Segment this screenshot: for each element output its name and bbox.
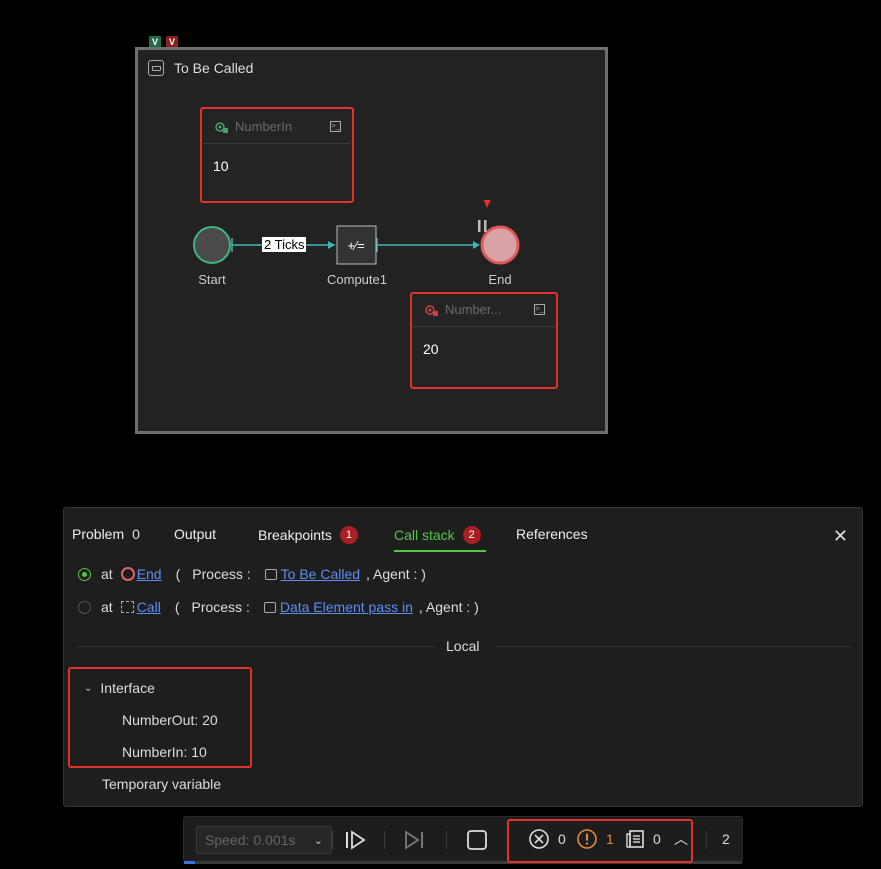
speed-value: 0.001s (253, 832, 296, 848)
frame-radio[interactable] (78, 600, 91, 614)
separator (446, 831, 447, 849)
divider (496, 646, 850, 647)
agent-label: , Agent : ) (366, 566, 426, 582)
open-paren: ( (175, 566, 181, 582)
process-header: To Be Called (148, 60, 253, 76)
divider (78, 646, 434, 647)
process-icon (148, 60, 164, 76)
active-tab-underline (394, 550, 486, 552)
step-button[interactable] (404, 829, 426, 856)
tab-label: Problem (72, 526, 125, 542)
end-label: End (488, 272, 512, 287)
local-section-label: Local (446, 638, 480, 654)
tab-problem[interactable]: Problem 0 (72, 526, 140, 542)
red-arrow-head (483, 200, 491, 208)
highlight-box (507, 819, 693, 863)
close-icon[interactable]: ✕ (833, 526, 848, 547)
call-stack-frame[interactable]: at End ( Process : To Be Called , Agent … (78, 566, 426, 582)
stop-icon (467, 830, 487, 850)
compute-icon: +⁄= (347, 238, 364, 253)
agent-label: , Agent : ) (418, 599, 479, 615)
end-node-icon (120, 567, 135, 581)
tab-call-stack[interactable]: Call stack 2 (394, 526, 481, 544)
tick-counter: 2 (722, 831, 730, 847)
tab-breakpoints[interactable]: Breakpoints 1 (258, 526, 358, 544)
step-icon (405, 830, 423, 850)
continue-icon (346, 830, 366, 850)
chevron-down-icon: ⌄ (313, 834, 323, 847)
pause-bar (484, 220, 487, 232)
tab-label: Call stack (394, 527, 455, 543)
stop-button[interactable] (466, 829, 488, 856)
start-node (193, 226, 231, 264)
tab-count-badge: 2 (462, 526, 481, 544)
process-icon (263, 601, 276, 613)
process-label: Process : (191, 599, 250, 615)
tab-label: Output (174, 526, 217, 542)
link-arrowhead (328, 241, 335, 249)
process-link[interactable]: Data Element pass in (280, 599, 413, 615)
link-arrowhead (473, 241, 480, 249)
tab-references[interactable]: References (516, 526, 588, 542)
separator (384, 831, 385, 849)
highlight-box (410, 292, 558, 389)
highlight-box (68, 667, 252, 768)
call-node-icon (120, 601, 134, 613)
frame-radio-selected[interactable] (78, 567, 91, 581)
end-node (480, 225, 520, 265)
node-link[interactable]: Call (137, 599, 161, 615)
tab-count: 0 (132, 526, 140, 542)
tab-output[interactable]: Output (174, 526, 216, 542)
tab-count-badge: 1 (339, 526, 358, 544)
node-link[interactable]: End (137, 566, 162, 582)
process-title: To Be Called (174, 60, 254, 76)
continue-button[interactable] (344, 829, 366, 856)
link-label[interactable]: 2 Ticks (262, 237, 307, 252)
temporary-label: Temporary variable (102, 776, 222, 792)
tab-label: References (516, 526, 588, 542)
process-icon (264, 568, 277, 580)
separator (706, 831, 707, 849)
process-flow: +⁄= (193, 200, 520, 265)
call-stack-frame[interactable]: at Call ( Process : Data Element pass in… (78, 599, 479, 615)
tab-label: Breakpoints (258, 527, 332, 543)
speed-label: Speed: (205, 832, 250, 848)
process-label: Process : (192, 566, 251, 582)
separator (332, 831, 333, 849)
progress-fill (184, 861, 196, 864)
process-link[interactable]: To Be Called (281, 566, 360, 582)
speed-select[interactable]: Speed: 0.001s ⌄ (196, 826, 332, 854)
at-label: at (101, 566, 113, 582)
panel-tabs: Problem 0 Output Breakpoints 1 Call stac… (64, 508, 862, 552)
temporary-variable-node[interactable]: Temporary variable (102, 776, 221, 792)
compute-label: Compute1 (327, 272, 387, 287)
start-label: Start (198, 272, 226, 287)
pause-bar (478, 220, 481, 232)
open-paren: ( (174, 599, 180, 615)
highlight-box (200, 107, 354, 203)
at-label: at (101, 599, 113, 615)
